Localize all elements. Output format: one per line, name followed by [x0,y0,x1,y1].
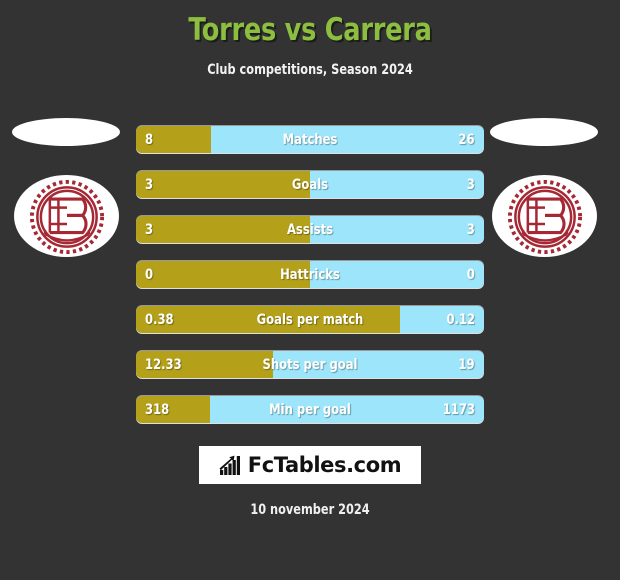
stat-away-value: 19 [458,356,475,373]
stat-row: 0 Hattricks 0 [136,261,484,288]
stat-row-text: 8 Matches 26 [136,126,484,153]
stats-bar-list: 8 Matches 26 3 Goals 3 3 Assists 3 0 Hattricks 0 0.3… [136,126,484,441]
stat-row: 0.38 Goals per match 0.12 [136,306,484,333]
home-club-crest-icon [29,179,105,255]
brand-name: FcTables.com [247,453,402,477]
away-club-crest-icon [507,179,583,255]
stat-row: 3 Assists 3 [136,216,484,243]
home-crest-column [6,118,136,278]
fctables-brand-logo[interactable]: FcTables.com [199,446,421,484]
away-crest-column [484,118,614,278]
stat-label: Assists [286,221,334,238]
stat-row-text: 3 Assists 3 [136,216,484,243]
stat-away-value: 1173 [442,401,475,418]
away-crest-placeholder-icon [490,118,598,146]
stat-row-text: 0 Hattricks 0 [136,261,484,288]
stat-row-text: 3 Goals 3 [136,171,484,198]
stat-label: Goals per match [256,311,364,328]
home-crest-placeholder-icon [12,118,120,146]
stat-away-value: 26 [458,131,475,148]
stat-away-value: 0 [466,266,475,283]
stat-label: Min per goal [269,401,351,418]
stat-row: 12.33 Shots per goal 19 [136,351,484,378]
stat-label: Shots per goal [262,356,358,373]
stats-comparison-page: Torres vs Carrera Club competitions, Sea… [0,0,620,580]
stat-row-text: 12.33 Shots per goal 19 [136,351,484,378]
stat-label: Hattricks [280,266,340,283]
page-subtitle: Club competitions, Season 2024 [207,62,413,78]
generated-date: 10 november 2024 [250,502,370,518]
stat-row-text: 318 Min per goal 1173 [136,396,484,423]
stat-away-value: 3 [466,176,475,193]
stat-row: 8 Matches 26 [136,126,484,153]
bar-chart-growth-icon [219,455,240,475]
stat-row-text: 0.38 Goals per match 0.12 [136,306,484,333]
stat-row: 3 Goals 3 [136,171,484,198]
page-title: Torres vs Carrera [188,12,432,48]
stat-away-value: 3 [466,221,475,238]
stat-row: 318 Min per goal 1173 [136,396,484,423]
stat-label: Matches [282,131,338,148]
stat-away-value: 0.12 [446,311,475,328]
stat-label: Goals [291,176,329,193]
